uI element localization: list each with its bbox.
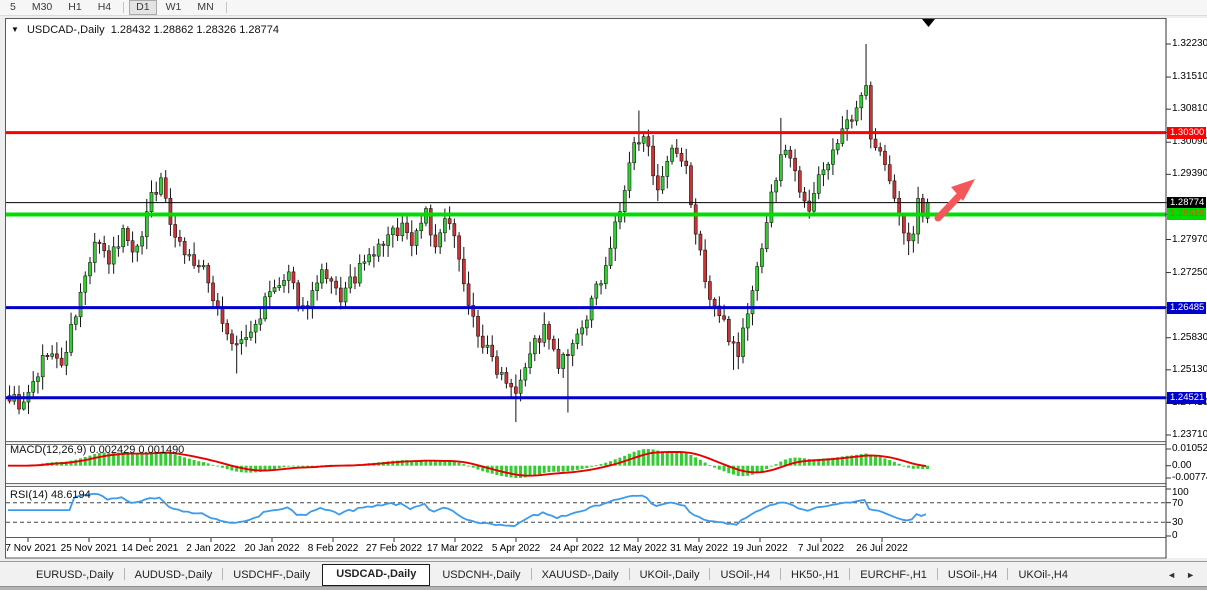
date-axis-label: 25 Nov 2021 xyxy=(58,543,120,554)
tab-usdcad-daily[interactable]: USDCAD-,Daily xyxy=(322,564,430,586)
date-axis-label: 27 Feb 2022 xyxy=(363,543,425,554)
tab-eurusd-daily[interactable]: EURUSD-,Daily xyxy=(26,565,124,586)
tab-scroll-left-icon[interactable]: ◄ xyxy=(1167,570,1176,580)
rsi-indicator-label: RSI(14) 48.6194 xyxy=(10,489,91,501)
price-line-badge: 1.24521 xyxy=(1167,392,1206,404)
macd-axis-label: 0.00 xyxy=(1172,460,1191,471)
date-axis-label: 8 Feb 2022 xyxy=(302,543,364,554)
date-axis-label: 7 Jul 2022 xyxy=(790,543,852,554)
date-axis-label: 31 May 2022 xyxy=(668,543,730,554)
price-axis-label: 1.32230 xyxy=(1172,38,1207,49)
macd-axis-label: -0.00774 xyxy=(1172,472,1207,483)
date-axis-label: 12 May 2022 xyxy=(607,543,669,554)
price-axis-label: 1.31510 xyxy=(1172,71,1207,82)
date-axis-label: 17 Mar 2022 xyxy=(424,543,486,554)
timeframe-toolbar: 5M30H1H4 D1W1MN xyxy=(0,0,1207,16)
date-axis-label: 19 Jun 2022 xyxy=(729,543,791,554)
tab-usoil-h4[interactable]: USOil-,H4 xyxy=(710,565,780,586)
toolbar-separator xyxy=(123,2,124,13)
chart-symbol: USDCAD-,Daily xyxy=(27,24,105,36)
date-axis-label: 5 Apr 2022 xyxy=(485,543,547,554)
tab-eurchf-h1[interactable]: EURCHF-,H1 xyxy=(850,565,937,586)
price-axis-label: 1.27970 xyxy=(1172,234,1207,245)
symbol-tab-bar: EURUSD-,DailyAUDUSD-,DailyUSDCHF-,DailyU… xyxy=(0,561,1207,586)
timeframe-button-m30[interactable]: M30 xyxy=(25,0,59,15)
price-axis-label: 1.23710 xyxy=(1172,429,1207,440)
tab-usdchf-daily[interactable]: USDCHF-,Daily xyxy=(223,565,320,586)
rsi-axis-label: 30 xyxy=(1172,517,1183,528)
rsi-axis-label: 70 xyxy=(1172,498,1183,509)
price-axis-label: 1.29390 xyxy=(1172,168,1207,179)
tab-usoil-h4[interactable]: USOil-,H4 xyxy=(938,565,1008,586)
macd-axis-label: 0.01052 xyxy=(1172,443,1207,454)
chevron-down-icon: ▼ xyxy=(11,25,19,34)
timeframe-button-mn[interactable]: MN xyxy=(190,0,220,15)
date-axis-label: 26 Jul 2022 xyxy=(851,543,913,554)
chart-title: ▼ USDCAD-,Daily 1.28432 1.28862 1.28326 … xyxy=(11,24,279,36)
price-line-badge: 1.28774 xyxy=(1167,197,1206,209)
rsi-axis-label: 100 xyxy=(1172,487,1189,498)
date-axis-label: 24 Apr 2022 xyxy=(546,543,608,554)
price-axis-label: 1.25130 xyxy=(1172,364,1207,375)
price-line-badge: 1.26485 xyxy=(1167,302,1206,314)
toolbar-separator xyxy=(226,2,227,13)
chart-ohlc-values: 1.28432 1.28862 1.28326 1.28774 xyxy=(111,24,279,36)
timeframe-button-d1[interactable]: D1 xyxy=(129,0,156,15)
date-axis-label: 14 Dec 2021 xyxy=(119,543,181,554)
date-axis-label: 7 Nov 2021 xyxy=(0,543,62,554)
chart-canvas[interactable] xyxy=(0,0,1207,590)
tab-audusd-daily[interactable]: AUDUSD-,Daily xyxy=(125,565,223,586)
timeframe-button-h4[interactable]: H4 xyxy=(91,0,118,15)
date-axis-label: 20 Jan 2022 xyxy=(241,543,303,554)
price-axis-label: 1.27250 xyxy=(1172,267,1207,278)
macd-indicator-label: MACD(12,26,9) 0.002429 0.001490 xyxy=(10,444,184,456)
rsi-axis-label: 0 xyxy=(1172,530,1178,541)
timeframe-button-h1[interactable]: H1 xyxy=(61,0,88,15)
tab-scroll-right-icon[interactable]: ► xyxy=(1186,570,1195,580)
price-axis-label: 1.25830 xyxy=(1172,332,1207,343)
tab-hk50-h1[interactable]: HK50-,H1 xyxy=(781,565,849,586)
price-line-badge: 1.28516 xyxy=(1167,208,1206,220)
tab-ukoil-h4[interactable]: UKOil-,H4 xyxy=(1008,565,1078,586)
date-axis-label: 2 Jan 2022 xyxy=(180,543,242,554)
tab-usdcnh-daily[interactable]: USDCNH-,Daily xyxy=(432,565,530,586)
timeframe-button-5[interactable]: 5 xyxy=(3,0,23,15)
price-axis-label: 1.30810 xyxy=(1172,103,1207,114)
status-strip xyxy=(0,586,1207,590)
timeframe-button-w1[interactable]: W1 xyxy=(159,0,189,15)
tab-xauusd-daily[interactable]: XAUUSD-,Daily xyxy=(532,565,629,586)
tab-scroll-nav: ◄► xyxy=(1161,570,1207,586)
price-line-badge: 1.30300 xyxy=(1167,127,1206,139)
tab-ukoil-daily[interactable]: UKOil-,Daily xyxy=(630,565,710,586)
